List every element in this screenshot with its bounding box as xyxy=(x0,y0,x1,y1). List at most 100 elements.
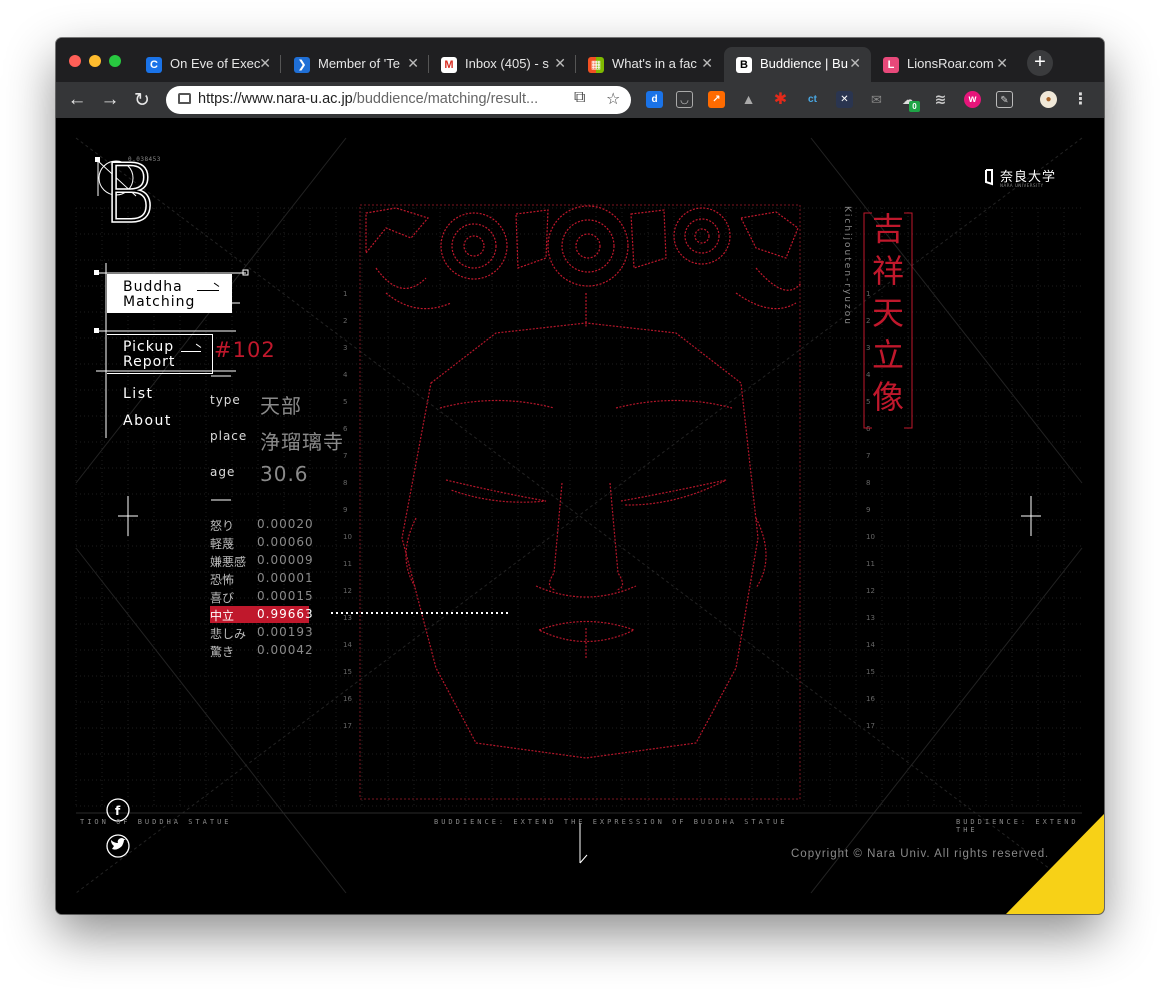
emotion-name: 驚き xyxy=(210,645,235,659)
svg-text:12: 12 xyxy=(343,587,352,595)
scroll-down-arrow-icon[interactable] xyxy=(579,823,588,864)
site-logo[interactable]: B xyxy=(101,153,156,237)
tab-3[interactable]: ▦ What's in a fac ✕ xyxy=(576,47,723,82)
emotion-name: 中立 xyxy=(210,609,235,623)
minimize-window-button[interactable] xyxy=(89,55,101,67)
tab-close-icon[interactable]: ✕ xyxy=(259,55,271,72)
emotion-row: 嫌悪感 0.00009 xyxy=(210,552,320,569)
menu-about-link[interactable]: About xyxy=(123,413,172,429)
close-window-button[interactable] xyxy=(69,55,81,67)
svg-text:10: 10 xyxy=(866,533,875,541)
translate-icon[interactable]: ⧉ xyxy=(574,89,585,107)
svg-text:2: 2 xyxy=(866,317,870,325)
x-extension-icon[interactable]: ✕ xyxy=(836,91,853,108)
tab-title: Buddience | Bu xyxy=(760,56,848,71)
svg-text:f: f xyxy=(115,804,121,818)
svg-text:11: 11 xyxy=(866,560,875,568)
svg-text:8: 8 xyxy=(343,479,347,487)
svg-text:3: 3 xyxy=(343,344,347,352)
reload-icon[interactable]: ↻ xyxy=(131,89,153,112)
w-extension-icon[interactable]: w xyxy=(964,91,981,108)
emotion-name: 軽蔑 xyxy=(210,537,235,551)
url-text[interactable]: https://www.nara-u.ac.jp/buddience/match… xyxy=(198,91,538,107)
svg-text:4: 4 xyxy=(866,371,871,379)
back-arrow-icon[interactable]: ← xyxy=(66,89,88,111)
emotion-row: 恐怖 0.00001 xyxy=(210,570,320,587)
university-mark-icon xyxy=(985,169,993,186)
drive-icon[interactable]: ▲ xyxy=(740,91,757,108)
svg-text:13: 13 xyxy=(343,614,352,622)
emotion-row: 驚き 0.00042 xyxy=(210,642,320,659)
emotion-row: 悲しみ 0.00193 xyxy=(210,624,320,641)
svg-text:15: 15 xyxy=(343,668,352,676)
tab-2[interactable]: M Inbox (405) - s ✕ xyxy=(429,47,576,82)
bookmark-star-icon[interactable]: ☆ xyxy=(606,89,620,109)
tab-0[interactable]: C On Eve of Exec ✕ xyxy=(134,47,281,82)
svg-text:12: 12 xyxy=(866,587,875,595)
pickup-report-label-2: Report xyxy=(123,354,176,370)
emotion-value: 0.00193 xyxy=(257,625,314,639)
tab-close-icon[interactable]: ✕ xyxy=(996,55,1008,72)
buddha-matching-button[interactable]: Buddha Matching xyxy=(107,274,232,313)
browser-window: C On Eve of Exec ✕ ❯ Member of 'Te ✕ M I… xyxy=(56,38,1104,914)
svg-text:5: 5 xyxy=(866,398,870,406)
emotion-value: 0.00042 xyxy=(257,643,314,657)
result-number: #102 xyxy=(214,338,276,362)
forward-arrow-icon[interactable]: → xyxy=(99,89,121,111)
svg-text:17: 17 xyxy=(866,722,875,730)
svg-text:8: 8 xyxy=(866,479,870,487)
browser-toolbar: ← → ↻ https://www.nara-u.ac.jp/buddience… xyxy=(56,82,1104,118)
tab-title: Member of 'Te xyxy=(318,56,400,71)
svg-text:2: 2 xyxy=(343,317,347,325)
profile-avatar[interactable]: ● xyxy=(1040,91,1057,108)
tab-close-icon[interactable]: ✕ xyxy=(849,55,861,72)
emotion-value: 0.00015 xyxy=(257,589,314,603)
gear-extension-icon[interactable]: ✱ xyxy=(772,91,789,108)
layers-extension-icon[interactable]: ≋ xyxy=(932,91,949,108)
pocket-icon[interactable]: ◡ xyxy=(676,91,693,108)
arrow-right-icon xyxy=(197,290,219,291)
emotion-name: 怒り xyxy=(210,519,235,533)
menu-list-link[interactable]: List xyxy=(123,386,153,402)
statue-face-image xyxy=(401,322,767,759)
address-bar[interactable]: https://www.nara-u.ac.jp/buddience/match… xyxy=(166,86,631,114)
ct-extension-icon[interactable]: ct xyxy=(804,91,821,108)
extension-badge: 0 xyxy=(909,101,920,112)
tab-close-icon[interactable]: ✕ xyxy=(701,55,713,72)
emotion-value: 0.00020 xyxy=(257,517,314,531)
svg-text:17: 17 xyxy=(343,722,352,730)
footer-ticker-center: BUDDIENCE: EXTEND THE EXPRESSION OF BUDD… xyxy=(434,818,788,826)
extension-d-icon[interactable]: d xyxy=(646,91,663,108)
emotion-row: 怒り 0.00020 xyxy=(210,516,320,533)
edit-extension-icon[interactable]: ✎ xyxy=(996,91,1013,108)
copyright-text: Copyright © Nara Univ. All rights reserv… xyxy=(791,848,1050,860)
chart-extension-icon[interactable]: ↗ xyxy=(708,91,725,108)
emotion-name: 喜び xyxy=(210,591,235,605)
mail-extension-icon[interactable]: ✉ xyxy=(868,91,885,108)
statue-crown-image xyxy=(365,205,802,328)
buddha-matching-label-1: Buddha xyxy=(123,279,183,295)
tab-4-active[interactable]: B Buddience | Bu ✕ xyxy=(724,47,871,82)
tab-close-icon[interactable]: ✕ xyxy=(407,55,419,72)
tab-close-icon[interactable]: ✕ xyxy=(554,55,566,72)
statue-frame xyxy=(359,204,801,800)
svg-text:1: 1 xyxy=(343,290,347,298)
svg-text:16: 16 xyxy=(866,695,875,703)
browser-menu-icon[interactable]: ⋮ xyxy=(1072,91,1089,108)
place-label: place xyxy=(210,429,248,443)
tab-5[interactable]: L LionsRoar.com ✕ xyxy=(871,47,1018,82)
tab-title: LionsRoar.com xyxy=(907,56,994,71)
tab-1[interactable]: ❯ Member of 'Te ✕ xyxy=(282,47,429,82)
maximize-window-button[interactable] xyxy=(109,55,121,67)
svg-text:10: 10 xyxy=(343,533,352,541)
new-tab-button[interactable]: + xyxy=(1027,50,1053,76)
place-value: 浄瑠璃寺 xyxy=(260,430,344,454)
tab-favicon-icon: ▦ xyxy=(588,57,604,73)
page-content: 1 2 3 4 5 6 7 8 9 10 11 12 13 14 15 16 17 1 2 3 4 5 6 7 8 9 10 11 1… xyxy=(56,118,1104,914)
svg-text:4: 4 xyxy=(343,371,348,379)
tab-favicon-icon: C xyxy=(146,57,162,73)
pickup-report-button[interactable]: Pickup Report xyxy=(107,334,213,374)
emotion-row: 中立 0.99663 xyxy=(210,606,313,623)
crosshair-right xyxy=(1021,496,1041,536)
emotion-row: 喜び 0.00015 xyxy=(210,588,320,605)
